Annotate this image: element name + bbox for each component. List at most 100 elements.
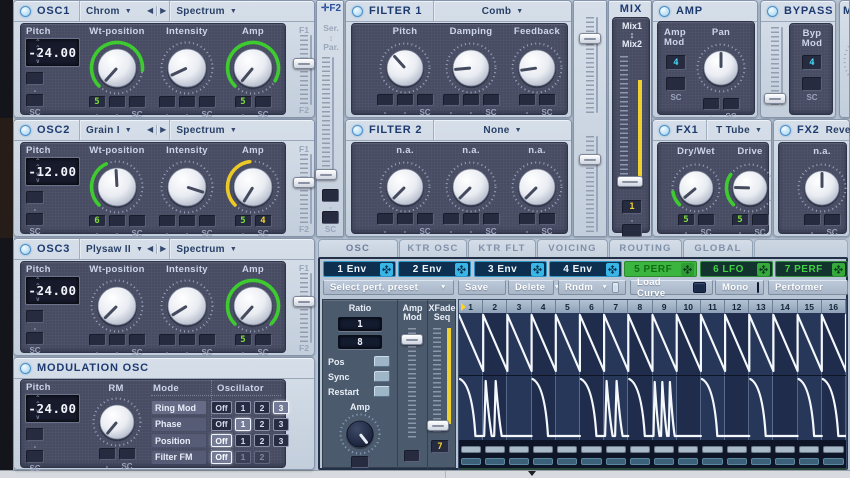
step-button-row1[interactable] bbox=[799, 446, 820, 453]
mod-slot[interactable] bbox=[128, 334, 146, 346]
mod-slot[interactable] bbox=[178, 96, 196, 108]
env-tab-5-perf[interactable]: 5 PERF bbox=[624, 261, 698, 277]
step-number[interactable]: 10 bbox=[676, 300, 701, 313]
filter2-out-slider[interactable] bbox=[579, 154, 601, 165]
pitch-display[interactable]: -24.00 ^ ^ v v bbox=[25, 38, 80, 67]
mod-slot[interactable]: 5 bbox=[234, 334, 252, 346]
spinner-up-icon[interactable]: ^ ^ bbox=[36, 159, 79, 171]
mod-slot[interactable] bbox=[396, 94, 414, 106]
env-tab-7-perf[interactable]: 7 PERF bbox=[774, 261, 848, 277]
spinner-up-icon[interactable]: ^ ^ bbox=[36, 396, 79, 408]
matrix-button-2[interactable]: 2 bbox=[254, 450, 270, 464]
pan-knob[interactable] bbox=[695, 42, 747, 94]
mod-slot[interactable] bbox=[108, 334, 126, 346]
mod-slot[interactable] bbox=[376, 213, 394, 225]
step-button-row1[interactable] bbox=[629, 446, 650, 453]
mod-slot[interactable] bbox=[538, 213, 556, 225]
mod-slot[interactable] bbox=[26, 191, 44, 204]
step-number[interactable]: 15 bbox=[797, 300, 822, 313]
next-wave-button[interactable]: ▶ bbox=[157, 7, 169, 15]
step-number[interactable]: 7 bbox=[604, 300, 629, 313]
mode-select[interactable]: Spectrum ▼ bbox=[170, 125, 242, 136]
mod-slot[interactable] bbox=[518, 213, 536, 225]
mod-slot[interactable] bbox=[702, 98, 720, 110]
step-button-row2[interactable] bbox=[823, 458, 844, 465]
step-button-row2[interactable] bbox=[799, 458, 820, 465]
xfade-value[interactable]: 7 bbox=[431, 440, 449, 453]
mod-slot[interactable] bbox=[416, 213, 434, 225]
bypass-slider[interactable] bbox=[764, 93, 786, 104]
mod-slot[interactable] bbox=[803, 214, 821, 226]
mod-slot[interactable] bbox=[254, 96, 272, 108]
pitch-display[interactable]: -24.00 ^ ^ v v bbox=[25, 276, 80, 305]
step-button-row1[interactable] bbox=[726, 446, 747, 453]
mod-slot[interactable] bbox=[322, 211, 339, 224]
mode-select[interactable]: Spectrum ▼ bbox=[170, 244, 242, 255]
knob-intensity[interactable] bbox=[159, 159, 215, 215]
wave-select[interactable]: Grain I ▼ bbox=[80, 125, 144, 136]
filter-knob-3[interactable] bbox=[510, 41, 564, 95]
step-number[interactable]: 9 bbox=[652, 300, 677, 313]
step-number[interactable]: 13 bbox=[749, 300, 774, 313]
mod-slot[interactable] bbox=[26, 72, 44, 85]
toggle-pos[interactable] bbox=[374, 356, 390, 367]
env-tab-6-lfo[interactable]: 6 LFO bbox=[699, 261, 773, 277]
step-number[interactable]: 3 bbox=[507, 300, 532, 313]
matrix-button-2[interactable]: 2 bbox=[254, 417, 270, 431]
wave-select[interactable]: Plysaw II ▼ bbox=[80, 244, 144, 255]
mod-slot[interactable] bbox=[351, 456, 369, 468]
mod-slot[interactable] bbox=[462, 213, 480, 225]
mod-slot[interactable] bbox=[722, 98, 740, 110]
mod-slot[interactable] bbox=[26, 94, 44, 107]
next-wave-button[interactable]: ▶ bbox=[157, 245, 169, 253]
filter-knob-1[interactable] bbox=[378, 41, 432, 95]
mod-slot[interactable] bbox=[158, 96, 176, 108]
fx-knob-dry-wet[interactable] bbox=[670, 162, 722, 214]
amp-mod-slider[interactable] bbox=[401, 334, 423, 345]
toolbar-save-button[interactable]: Save bbox=[458, 280, 506, 295]
toolbar-delete-button[interactable]: Delete ▼ bbox=[508, 280, 560, 295]
step-button-row2[interactable] bbox=[678, 458, 699, 465]
knob-amp[interactable] bbox=[225, 159, 281, 215]
toggle-sync[interactable] bbox=[374, 371, 390, 382]
mod-slot[interactable]: 5 bbox=[731, 214, 749, 226]
prev-wave-button[interactable]: ◀ bbox=[144, 7, 156, 15]
tab-ktr-osc[interactable]: KTR OSC bbox=[399, 239, 467, 257]
step-button-row2[interactable] bbox=[774, 458, 796, 465]
mod-slot[interactable] bbox=[198, 215, 216, 227]
filter-type-select[interactable]: None ▼ bbox=[434, 125, 571, 136]
wave-select[interactable]: Chrom ▼ bbox=[80, 6, 144, 17]
prev-wave-button[interactable]: ◀ bbox=[144, 245, 156, 253]
step-button-row2[interactable] bbox=[750, 458, 771, 465]
step-button-row2[interactable] bbox=[557, 458, 578, 465]
step-button-row1[interactable] bbox=[823, 446, 844, 453]
knob-wt-position[interactable] bbox=[89, 159, 145, 215]
spinner-down-icon[interactable]: v v bbox=[36, 53, 79, 65]
step-number[interactable]: 14 bbox=[773, 300, 798, 313]
mod-slot[interactable] bbox=[462, 94, 480, 106]
step-number[interactable]: 12 bbox=[725, 300, 750, 313]
toolbar-select-perf-preset-button[interactable]: Select perf. preset ▼ bbox=[323, 280, 454, 295]
step-number[interactable]: 11 bbox=[700, 300, 726, 313]
spinner-up-icon[interactable]: ^ ^ bbox=[36, 278, 79, 290]
filter1-out-slider[interactable] bbox=[579, 33, 601, 44]
filter-knob-1[interactable] bbox=[378, 160, 432, 214]
step-number[interactable]: 2 bbox=[483, 300, 508, 313]
step-number[interactable]: 5 bbox=[555, 300, 580, 313]
spinner-down-icon[interactable]: v v bbox=[36, 291, 79, 303]
knob-wt-position[interactable] bbox=[89, 40, 145, 96]
step-button-row2[interactable] bbox=[654, 458, 675, 465]
mod-slot[interactable] bbox=[88, 334, 106, 346]
performer-amp-knob[interactable] bbox=[338, 412, 382, 456]
matrix-button-off[interactable]: Off bbox=[211, 450, 232, 464]
byp-mod-value[interactable]: 4 bbox=[802, 55, 822, 70]
mod-slot[interactable]: 5 bbox=[234, 96, 252, 108]
step-button-row2[interactable] bbox=[533, 458, 554, 465]
mod-slot[interactable] bbox=[26, 310, 44, 323]
step-number[interactable]: 6 bbox=[579, 300, 605, 313]
tab-global[interactable]: GLOBAL bbox=[683, 239, 753, 257]
mod-slot[interactable]: 5 bbox=[677, 214, 695, 226]
mod-slot[interactable] bbox=[254, 334, 272, 346]
mod-slot[interactable] bbox=[622, 224, 642, 237]
matrix-button-off[interactable]: Off bbox=[211, 401, 232, 414]
